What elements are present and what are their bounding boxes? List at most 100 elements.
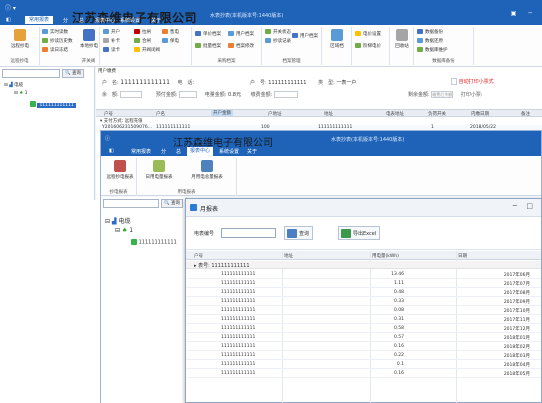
db-maintain-button[interactable]: 数据库维护 bbox=[417, 47, 448, 53]
monthly-usage-report-button[interactable]: 月用电总量报表 bbox=[183, 160, 231, 180]
cell-date: 2018年04月 bbox=[503, 363, 530, 368]
table-row[interactable]: 111111111111 0.48 2017年08月 bbox=[186, 288, 541, 297]
menu-item-fen-2[interactable]: 分 bbox=[161, 148, 166, 155]
open-account-button[interactable]: 开户 bbox=[103, 29, 120, 35]
table-row[interactable]: 111111111111 13.46 2017年06月 bbox=[186, 270, 541, 279]
tab-user-payment[interactable]: 用户缴费 bbox=[98, 68, 116, 74]
recycle-bin-button[interactable]: 回收站 bbox=[390, 29, 414, 49]
cell-usage: 0.58 bbox=[393, 326, 404, 331]
user-archive-button-2[interactable]: 用户档案 bbox=[292, 33, 318, 39]
realtime-read-button[interactable]: 实时读数 bbox=[42, 29, 68, 35]
menu-item-fen[interactable]: 分 bbox=[63, 17, 68, 24]
daily-freeze-button[interactable]: 读日冻结 bbox=[42, 47, 68, 53]
col-usage[interactable]: 用电量(kWh) bbox=[372, 253, 399, 259]
auto-print-checkbox[interactable]: 自动打印小票式 bbox=[451, 78, 494, 85]
data-backup-button[interactable]: 数据备份 bbox=[417, 29, 443, 35]
meter-group-row[interactable]: ▸ 表号: 111111111111 bbox=[186, 261, 541, 269]
remote-read-button[interactable]: 远程抄电 bbox=[6, 29, 34, 49]
ribbon-group-switch: 拉闸 合闸 开阀闭阀 售电 保电 bbox=[132, 27, 192, 65]
table-row[interactable]: 111111111111 0.33 2017年09月 bbox=[186, 297, 541, 306]
query-button[interactable]: 查询 bbox=[284, 226, 314, 240]
table-row[interactable]: 111111111111 0.58 2017年12月 bbox=[186, 324, 541, 333]
col-account[interactable]: 户号 bbox=[194, 253, 203, 259]
meter-no-input[interactable] bbox=[221, 228, 276, 238]
table-row[interactable]: 111111111111 0.08 2017年10月 bbox=[186, 306, 541, 315]
menu-app-icon-2[interactable]: ◧ bbox=[109, 148, 114, 154]
table-row[interactable]: 111111111111 0.16 2018年05月 bbox=[186, 369, 541, 378]
daily-usage-report-button[interactable]: 日用电量报表 bbox=[141, 160, 177, 180]
menu-app-icon[interactable]: ◧ bbox=[6, 17, 11, 23]
col-address[interactable]: 地址 bbox=[284, 253, 293, 259]
app-logo-icon-2: ⓘ bbox=[105, 136, 111, 142]
report-grid: 户号 地址 用电量(kWh) 日期 ▸ 表号: 111111111111 111… bbox=[186, 251, 541, 403]
menu-settings[interactable]: 系统设置 bbox=[120, 17, 140, 24]
menu-item-zong[interactable]: 总 bbox=[79, 17, 84, 24]
price-archive-button[interactable]: 单价档案 bbox=[195, 31, 221, 37]
col-date[interactable]: 日期 bbox=[458, 253, 467, 259]
cell-account: 111111111111 bbox=[221, 353, 256, 358]
menu-common-reports[interactable]: 常用报表 bbox=[25, 16, 54, 24]
cell-account: 111111111111 bbox=[221, 326, 256, 331]
tree-meter-node-2[interactable]: 111111111111 bbox=[131, 239, 177, 246]
tree-search-button[interactable]: 🔍 查询 bbox=[62, 69, 85, 78]
table-row[interactable]: 111111111111 1.11 2017年07月 bbox=[186, 279, 541, 288]
table-row[interactable]: 111111111111 0.16 2018年02月 bbox=[186, 342, 541, 351]
minimize-icon[interactable]: ─ bbox=[513, 202, 517, 210]
menu-about[interactable]: 关于 bbox=[151, 17, 161, 24]
remote-read-report-button[interactable]: 远程抄电报表 bbox=[103, 160, 137, 180]
area-archive-button[interactable]: 区域档 bbox=[322, 29, 352, 49]
menu-report-center-2[interactable]: 报表中心 bbox=[187, 147, 214, 156]
prepay-field[interactable] bbox=[179, 91, 198, 98]
tree-search-input-2[interactable] bbox=[103, 199, 159, 208]
read-record-button[interactable]: 抄读记录 bbox=[265, 38, 291, 44]
cell-date: 2017年06月 bbox=[503, 273, 530, 278]
form-row-1: 户 名: 1111111111111 电 话: bbox=[102, 79, 195, 86]
tree-search-button-2[interactable]: 🔍 查询 bbox=[161, 199, 184, 208]
read-card-button[interactable]: 读卡 bbox=[103, 47, 120, 53]
tree-search-input[interactable] bbox=[2, 69, 60, 78]
user-name-value: 1111111111111 bbox=[120, 79, 170, 86]
export-excel-button[interactable]: 导出Excel bbox=[338, 226, 381, 240]
dialog-title: 月报表 bbox=[200, 206, 219, 213]
price-setting-button[interactable]: 电价设置 bbox=[355, 31, 381, 37]
ribbon-group-read: 实时读数 抄读历史数 读日冻结 bbox=[40, 27, 78, 65]
switch-off-button[interactable]: 拉闸 bbox=[134, 29, 151, 35]
menu-common-reports-2[interactable]: 常用报表 bbox=[131, 148, 151, 155]
sell-power-button[interactable]: 售电 bbox=[162, 29, 179, 35]
tree-root[interactable]: ⊟ ▟ 电缆 bbox=[4, 82, 23, 88]
batch-archive-button[interactable]: 批量档案 bbox=[195, 43, 221, 49]
menu-about-2[interactable]: 关于 bbox=[247, 148, 257, 155]
switch-status-button[interactable]: 开关状态 bbox=[265, 29, 291, 35]
data-restore-button[interactable]: 数据还原 bbox=[417, 38, 443, 44]
app-logo-icon: ⓘ ▾ bbox=[5, 5, 16, 12]
tree-root-2[interactable]: ⊟ ▟ 电缆 bbox=[105, 216, 131, 225]
cell-account: 111111111111 bbox=[221, 362, 256, 367]
edit-archive-button[interactable]: 档案修改 bbox=[228, 43, 254, 49]
tree-child[interactable]: ⊟ ♠ 1 bbox=[14, 91, 28, 96]
cell-date: 2017年11月 bbox=[503, 318, 530, 323]
tree-meter-node[interactable]: 111111111111 bbox=[30, 101, 76, 108]
maximize-icon[interactable]: □ bbox=[526, 202, 533, 210]
user-archive-button[interactable]: 用户档案 bbox=[228, 31, 254, 37]
tier-price-button[interactable]: 阶梯电价 bbox=[355, 43, 381, 49]
table-row[interactable]: 111111111111 0.22 2018年03月 bbox=[186, 351, 541, 360]
cell-account: 111111111111 bbox=[221, 371, 256, 376]
tree-child-2[interactable]: ⊟ ♠ 1 bbox=[115, 227, 133, 234]
table-row[interactable]: 111111111111 0.31 2017年11月 bbox=[186, 315, 541, 324]
cell-usage: 0.16 bbox=[393, 371, 404, 376]
table-row[interactable]: 111111111111 0.57 2018年01月 bbox=[186, 333, 541, 342]
switch-on-button[interactable]: 合闸 bbox=[134, 38, 151, 44]
menu-item-zong-2[interactable]: 总 bbox=[176, 148, 181, 155]
report-icon bbox=[190, 204, 197, 211]
keep-power-button[interactable]: 保电 bbox=[162, 38, 179, 44]
history-read-button[interactable]: 抄读历史数 bbox=[42, 38, 73, 44]
reissue-card-button[interactable]: 补卡 bbox=[103, 38, 120, 44]
menu-report-center[interactable]: 报表中心 bbox=[95, 17, 115, 24]
table-row[interactable]: 111111111111 0.1 2018年04月 bbox=[186, 360, 541, 369]
valve-control-button[interactable]: 开阀闭阀 bbox=[134, 47, 160, 53]
amount-field[interactable] bbox=[273, 91, 298, 98]
local-read-button[interactable]: 本地抄电 bbox=[78, 29, 100, 49]
menu-bar-2: ◧ 常用报表 分 总 报表中心 系统设置 关于 bbox=[101, 147, 541, 156]
menu-settings-2[interactable]: 系统设置 bbox=[219, 148, 239, 155]
payment-grid-header: 户号 户名 开户金额 户地址 地址 电表地址 负荷开关 内缴日期 备注 bbox=[96, 109, 542, 117]
